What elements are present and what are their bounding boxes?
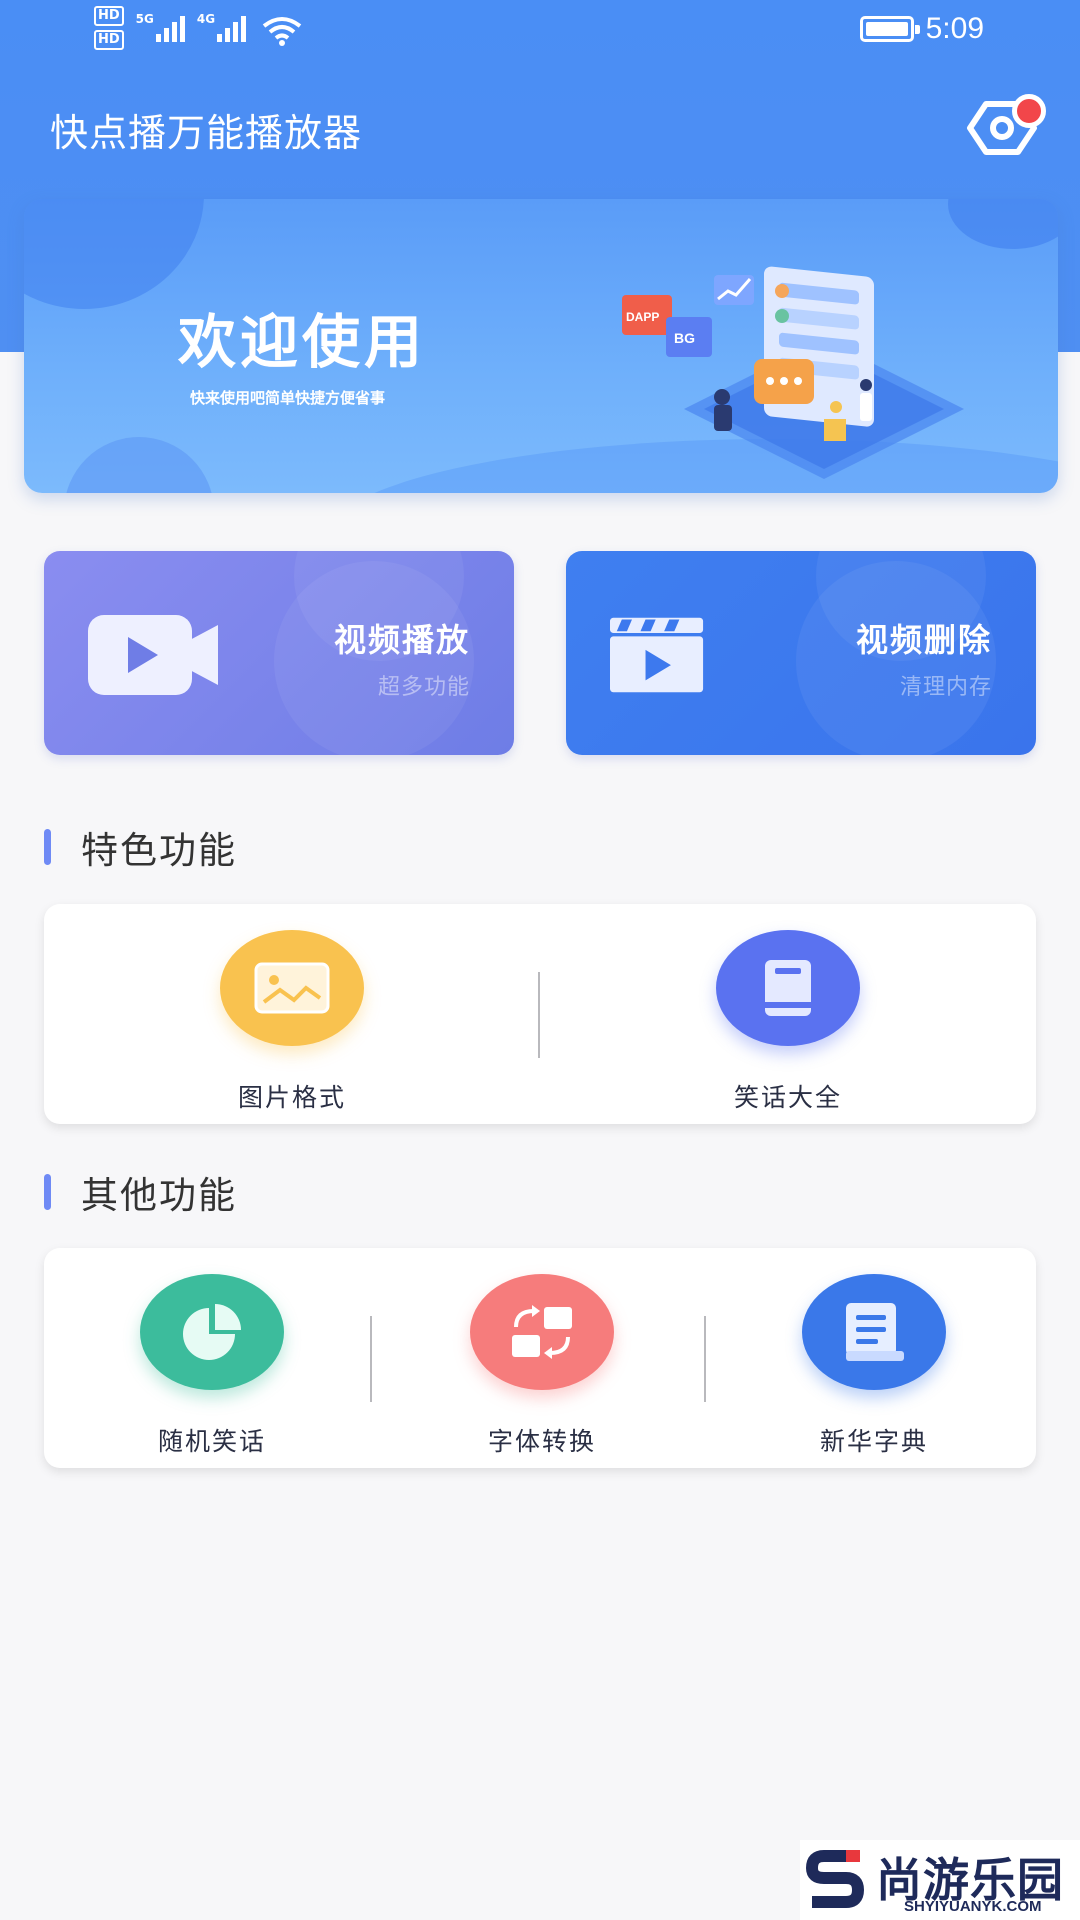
pie-chart-icon bbox=[140, 1274, 284, 1390]
book-icon bbox=[716, 930, 860, 1046]
video-play-subtitle: 超多功能 bbox=[377, 675, 470, 700]
banner-subtitle: 快来使用吧简单快捷方便省事 bbox=[190, 389, 386, 407]
other-heading: 其他功能 bbox=[81, 1174, 237, 1217]
feature-random-joke[interactable]: 随机笑话 bbox=[122, 1248, 302, 1468]
app-title: 快点播万能播放器 bbox=[50, 111, 363, 155]
feature-label: 字体转换 bbox=[487, 1427, 596, 1456]
status-bar: HD HD 5G 4G 5:09 bbox=[0, 0, 1080, 60]
feature-jokes[interactable]: 笑话大全 bbox=[690, 904, 886, 1124]
divider bbox=[538, 972, 540, 1058]
video-delete-title: 视频删除 bbox=[855, 621, 992, 659]
hd-badge: HD bbox=[94, 30, 124, 50]
featured-panel: 图片格式 笑话大全 bbox=[44, 904, 1036, 1124]
video-delete-subtitle: 清理内存 bbox=[899, 675, 992, 700]
watermark-logo-icon bbox=[806, 1850, 865, 1908]
feature-font-convert[interactable]: 字体转换 bbox=[452, 1248, 632, 1468]
banner-illustration: DAPP BG bbox=[622, 266, 964, 479]
signal-4g: 4G bbox=[197, 6, 247, 42]
divider bbox=[370, 1316, 372, 1402]
signal-bars-icon bbox=[217, 14, 247, 42]
video-play-card[interactable]: 视频播放 超多功能 bbox=[44, 551, 514, 755]
battery-icon bbox=[859, 16, 920, 42]
featured-section-heading: 特色功能 bbox=[44, 820, 237, 874]
signal-bars-icon bbox=[155, 14, 185, 42]
welcome-banner[interactable]: 欢迎使用 快来使用吧简单快捷方便省事 DAPP BG bbox=[24, 199, 1058, 493]
status-right: 5:09 bbox=[859, 12, 984, 46]
signal-5g: 5G bbox=[136, 6, 185, 42]
featured-heading: 特色功能 bbox=[81, 829, 237, 872]
status-left: HD HD 5G 4G bbox=[94, 6, 302, 50]
image-icon bbox=[220, 930, 364, 1046]
watermark: 尚游乐园 SHYIYUANYK.COM bbox=[800, 1840, 1080, 1920]
feature-dictionary[interactable]: 新华字典 bbox=[784, 1248, 964, 1468]
video-camera-icon bbox=[88, 615, 218, 695]
feature-label: 随机笑话 bbox=[157, 1427, 266, 1456]
clapperboard-icon bbox=[610, 617, 704, 693]
feature-label: 笑话大全 bbox=[733, 1083, 842, 1112]
dictionary-icon bbox=[802, 1274, 946, 1390]
dapp-label: DAPP bbox=[626, 310, 659, 324]
feature-label: 新华字典 bbox=[819, 1427, 928, 1456]
video-play-title: 视频播放 bbox=[333, 621, 470, 659]
divider bbox=[704, 1316, 706, 1402]
feature-image-format[interactable]: 图片格式 bbox=[194, 904, 390, 1124]
other-section-heading: 其他功能 bbox=[44, 1165, 237, 1219]
video-delete-card[interactable]: 视频删除 清理内存 bbox=[566, 551, 1036, 755]
wifi-icon bbox=[262, 17, 302, 46]
watermark-url: SHYIYUANYK.COM bbox=[904, 1898, 1042, 1915]
other-panel: 随机笑话 字体转换 新华字典 bbox=[44, 1248, 1036, 1468]
banner-title: 欢迎使用 bbox=[178, 308, 427, 376]
notification-badge bbox=[1012, 94, 1046, 128]
bg-label: BG bbox=[674, 330, 695, 346]
convert-icon bbox=[470, 1274, 614, 1390]
clock: 5:09 bbox=[925, 12, 984, 45]
feature-label: 图片格式 bbox=[237, 1083, 346, 1112]
hd-badge: HD bbox=[94, 6, 124, 26]
